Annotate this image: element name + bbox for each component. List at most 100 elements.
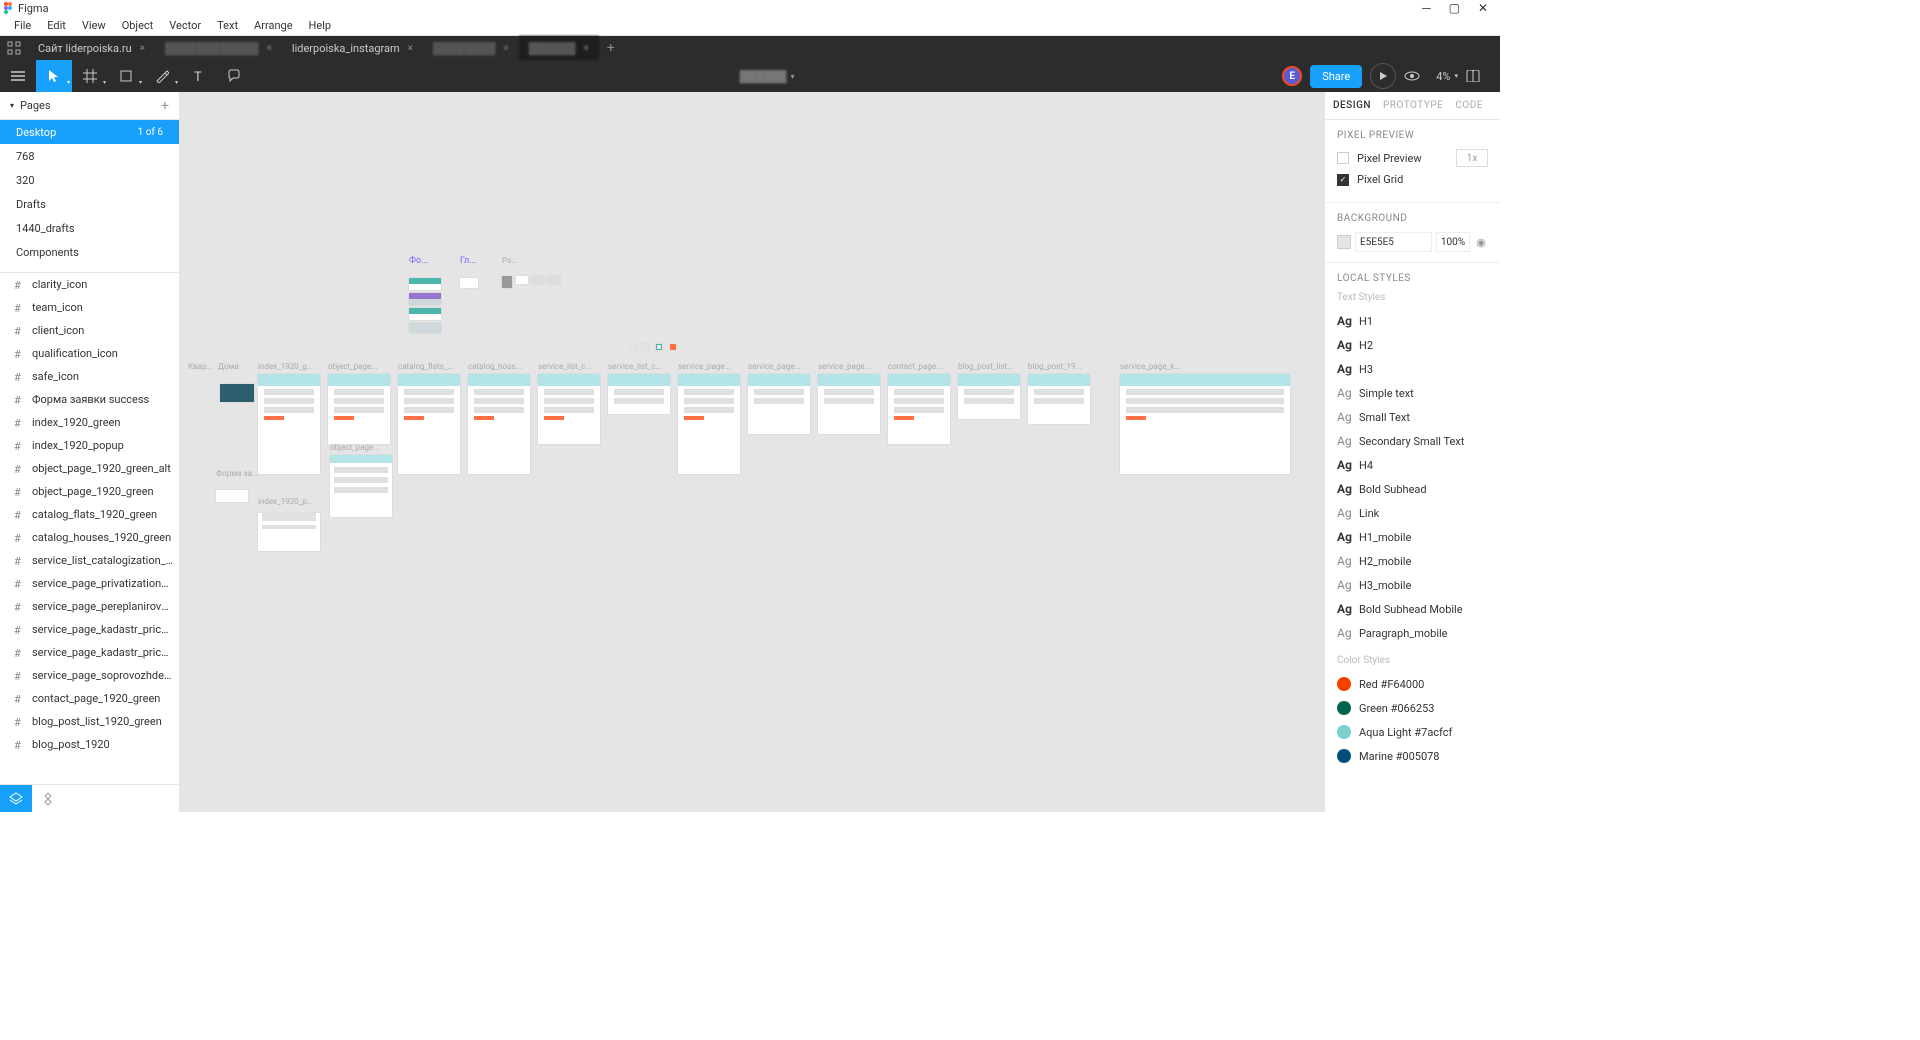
text-style-row[interactable]: AgBold Subhead Mobile: [1337, 597, 1488, 621]
library-icon[interactable]: [1466, 70, 1490, 82]
layer-item[interactable]: index_1920_popup: [0, 434, 179, 457]
layer-item[interactable]: service_page_kadastr_price_imac_...: [0, 618, 179, 641]
page-item[interactable]: Drafts: [0, 192, 179, 216]
color-style-row[interactable]: Green #066253: [1337, 696, 1488, 720]
page-item[interactable]: Components: [0, 240, 179, 264]
pixel-preview-checkbox[interactable]: Pixel Preview 1x: [1337, 149, 1488, 167]
present-button[interactable]: [1370, 63, 1396, 89]
menu-help[interactable]: Help: [301, 17, 340, 34]
add-page-button[interactable]: +: [161, 98, 169, 114]
text-style-row[interactable]: AgH3_mobile: [1337, 573, 1488, 597]
share-button[interactable]: Share: [1310, 65, 1362, 88]
file-tab[interactable]: ████████████×: [155, 36, 282, 60]
tab-close-icon[interactable]: ×: [140, 43, 145, 54]
comment-tool[interactable]: [216, 60, 252, 92]
tab-close-icon[interactable]: ×: [503, 43, 508, 54]
zoom-level[interactable]: 4%▾: [1436, 70, 1458, 83]
page-item-desktop[interactable]: Desktop1 of 6: [0, 120, 179, 144]
menu-edit[interactable]: Edit: [39, 17, 74, 34]
color-swatch[interactable]: [1337, 235, 1351, 249]
layer-item[interactable]: object_page_1920_green: [0, 480, 179, 503]
file-tab[interactable]: Сайт liderpoiska.ru×: [28, 36, 155, 60]
frame-label[interactable]: index_1920_g...: [258, 362, 313, 371]
page-item[interactable]: 1440_drafts: [0, 216, 179, 240]
pages-header[interactable]: ▾ Pages +: [0, 92, 179, 120]
layer-item[interactable]: blog_post_list_1920_green: [0, 710, 179, 733]
menu-object[interactable]: Object: [114, 17, 162, 34]
frame-label[interactable]: catalog_hous...: [468, 362, 522, 371]
layer-item[interactable]: service_page_pereplanirovka_1920...: [0, 595, 179, 618]
layer-item[interactable]: catalog_flats_1920_green: [0, 503, 179, 526]
menu-file[interactable]: File: [6, 17, 39, 34]
maximize-button[interactable]: ▢: [1449, 1, 1460, 15]
hex-input[interactable]: E5E5E5: [1355, 232, 1432, 252]
frame-label[interactable]: service_page...: [678, 362, 731, 371]
frame-label[interactable]: Гл...: [460, 256, 476, 266]
text-style-row[interactable]: AgH2_mobile: [1337, 549, 1488, 573]
move-tool[interactable]: ▾: [36, 60, 72, 92]
layer-item[interactable]: Форма заявки success: [0, 388, 179, 411]
frame-label[interactable]: blog_post_list...: [958, 362, 1013, 371]
minimize-button[interactable]: ─: [1422, 1, 1431, 15]
layer-item[interactable]: blog_post_1920: [0, 733, 179, 756]
visibility-icon[interactable]: ◉: [1474, 236, 1488, 249]
frame-label[interactable]: service_list_c...: [538, 362, 592, 371]
text-style-row[interactable]: AgSecondary Small Text: [1337, 429, 1488, 453]
chevron-down-icon[interactable]: ▾: [790, 72, 794, 81]
frame-label[interactable]: service_page...: [818, 362, 871, 371]
text-style-row[interactable]: AgH3: [1337, 357, 1488, 381]
color-style-row[interactable]: Aqua Light #7acfcf: [1337, 720, 1488, 744]
code-tab[interactable]: CODE: [1455, 100, 1483, 111]
layer-item[interactable]: index_1920_green: [0, 411, 179, 434]
text-style-row[interactable]: AgLink: [1337, 501, 1488, 525]
layer-item[interactable]: service_page_soprovozhdenie_1920: [0, 664, 179, 687]
menu-text[interactable]: Text: [209, 17, 246, 34]
frame-label[interactable]: catalog_flats_...: [398, 362, 454, 371]
menu-arrange[interactable]: Arrange: [246, 17, 300, 34]
pixel-grid-checkbox[interactable]: ✓ Pixel Grid: [1337, 173, 1488, 186]
canvas[interactable]: Фо... Гл... Ро... Квар... Дома Форма за.…: [180, 92, 1324, 812]
color-style-row[interactable]: Marine #005078: [1337, 744, 1488, 768]
layer-item[interactable]: service_page_kadastr_price_1920_...: [0, 641, 179, 664]
tab-add-button[interactable]: +: [599, 40, 623, 56]
page-item[interactable]: 320: [0, 168, 179, 192]
layer-item[interactable]: catalog_houses_1920_green: [0, 526, 179, 549]
text-style-row[interactable]: AgSimple text: [1337, 381, 1488, 405]
frame-label[interactable]: Фо...: [409, 256, 428, 266]
frame-label[interactable]: Ро...: [502, 256, 518, 265]
page-item[interactable]: 768: [0, 144, 179, 168]
file-tab[interactable]: liderpoiska_instagram×: [282, 36, 423, 60]
frame-label[interactable]: Дома: [218, 362, 239, 371]
layer-item[interactable]: qualification_icon: [0, 342, 179, 365]
tab-close-icon[interactable]: ×: [267, 43, 272, 54]
layer-item[interactable]: team_icon: [0, 296, 179, 319]
text-style-row[interactable]: AgSmall Text: [1337, 405, 1488, 429]
tab-close-icon[interactable]: ×: [408, 43, 413, 54]
design-tab[interactable]: DESIGN: [1333, 100, 1371, 111]
shape-tool[interactable]: ▾: [108, 60, 144, 92]
view-settings-icon[interactable]: [1404, 71, 1428, 81]
text-style-row[interactable]: AgH2: [1337, 333, 1488, 357]
frame-label[interactable]: object_page...: [330, 443, 380, 452]
layer-item[interactable]: object_page_1920_green_alt: [0, 457, 179, 480]
layers-tab-icon[interactable]: [0, 785, 32, 813]
menu-vector[interactable]: Vector: [161, 17, 209, 34]
frame-label[interactable]: contact_page...: [888, 362, 942, 371]
close-button[interactable]: ✕: [1478, 1, 1488, 15]
frame-label[interactable]: service_page...: [748, 362, 801, 371]
prototype-tab[interactable]: PROTOTYPE: [1383, 100, 1443, 111]
layer-item[interactable]: safe_icon: [0, 365, 179, 388]
home-icon[interactable]: [0, 36, 28, 60]
text-style-row[interactable]: AgH1: [1337, 309, 1488, 333]
hamburger-menu-icon[interactable]: [0, 60, 36, 92]
text-style-row[interactable]: AgBold Subhead: [1337, 477, 1488, 501]
scale-select[interactable]: 1x: [1456, 149, 1488, 167]
opacity-input[interactable]: 100%: [1436, 232, 1470, 252]
frame-label[interactable]: Квар...: [188, 362, 213, 371]
layer-item[interactable]: clarity_icon: [0, 273, 179, 296]
file-tab-active[interactable]: ██████×: [519, 36, 599, 60]
menu-view[interactable]: View: [74, 17, 114, 34]
text-style-row[interactable]: AgH4: [1337, 453, 1488, 477]
pen-tool[interactable]: ▾: [144, 60, 180, 92]
frame-label[interactable]: object_page...: [328, 362, 378, 371]
